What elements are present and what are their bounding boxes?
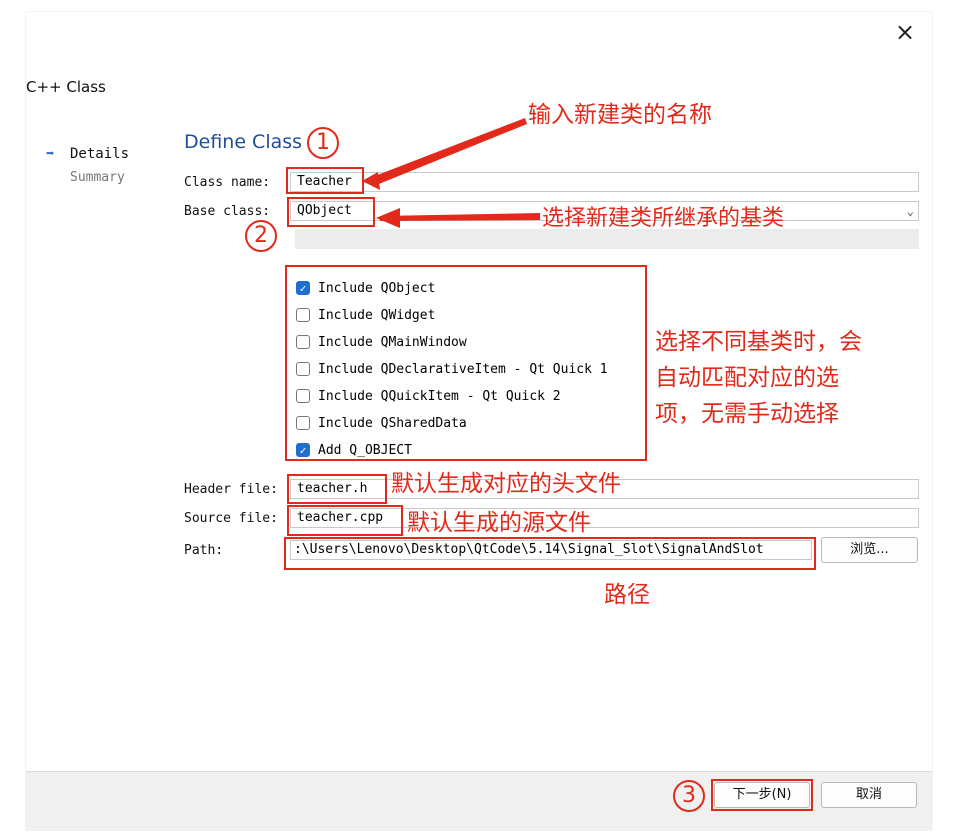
- annotation-options-line1: 选择不同基类时，会: [655, 329, 862, 355]
- highlight-header-file: [287, 474, 387, 504]
- highlight-next-button: [711, 779, 813, 811]
- annotation-options-line2: 自动匹配对应的选: [655, 365, 839, 391]
- annotation-header-file: 默认生成对应的头文件: [391, 471, 621, 497]
- annotation-options-line3: 项，无需手动选择: [655, 401, 839, 427]
- annotation-path: 路径: [604, 582, 650, 608]
- highlight-options: [285, 265, 647, 461]
- annotation-base-class: 选择新建类所继承的基类: [542, 206, 785, 231]
- annotation-source-file: 默认生成的源文件: [407, 510, 591, 536]
- highlight-source-file: [287, 505, 403, 536]
- annotation-class-name: 输入新建类的名称: [528, 102, 712, 128]
- highlight-base-class: [287, 197, 375, 227]
- step-number-1: 1: [307, 127, 339, 159]
- step-number-2: 2: [245, 220, 277, 252]
- highlight-class-name: [286, 167, 364, 194]
- step-number-3: 3: [673, 780, 705, 812]
- highlight-path: [284, 537, 816, 570]
